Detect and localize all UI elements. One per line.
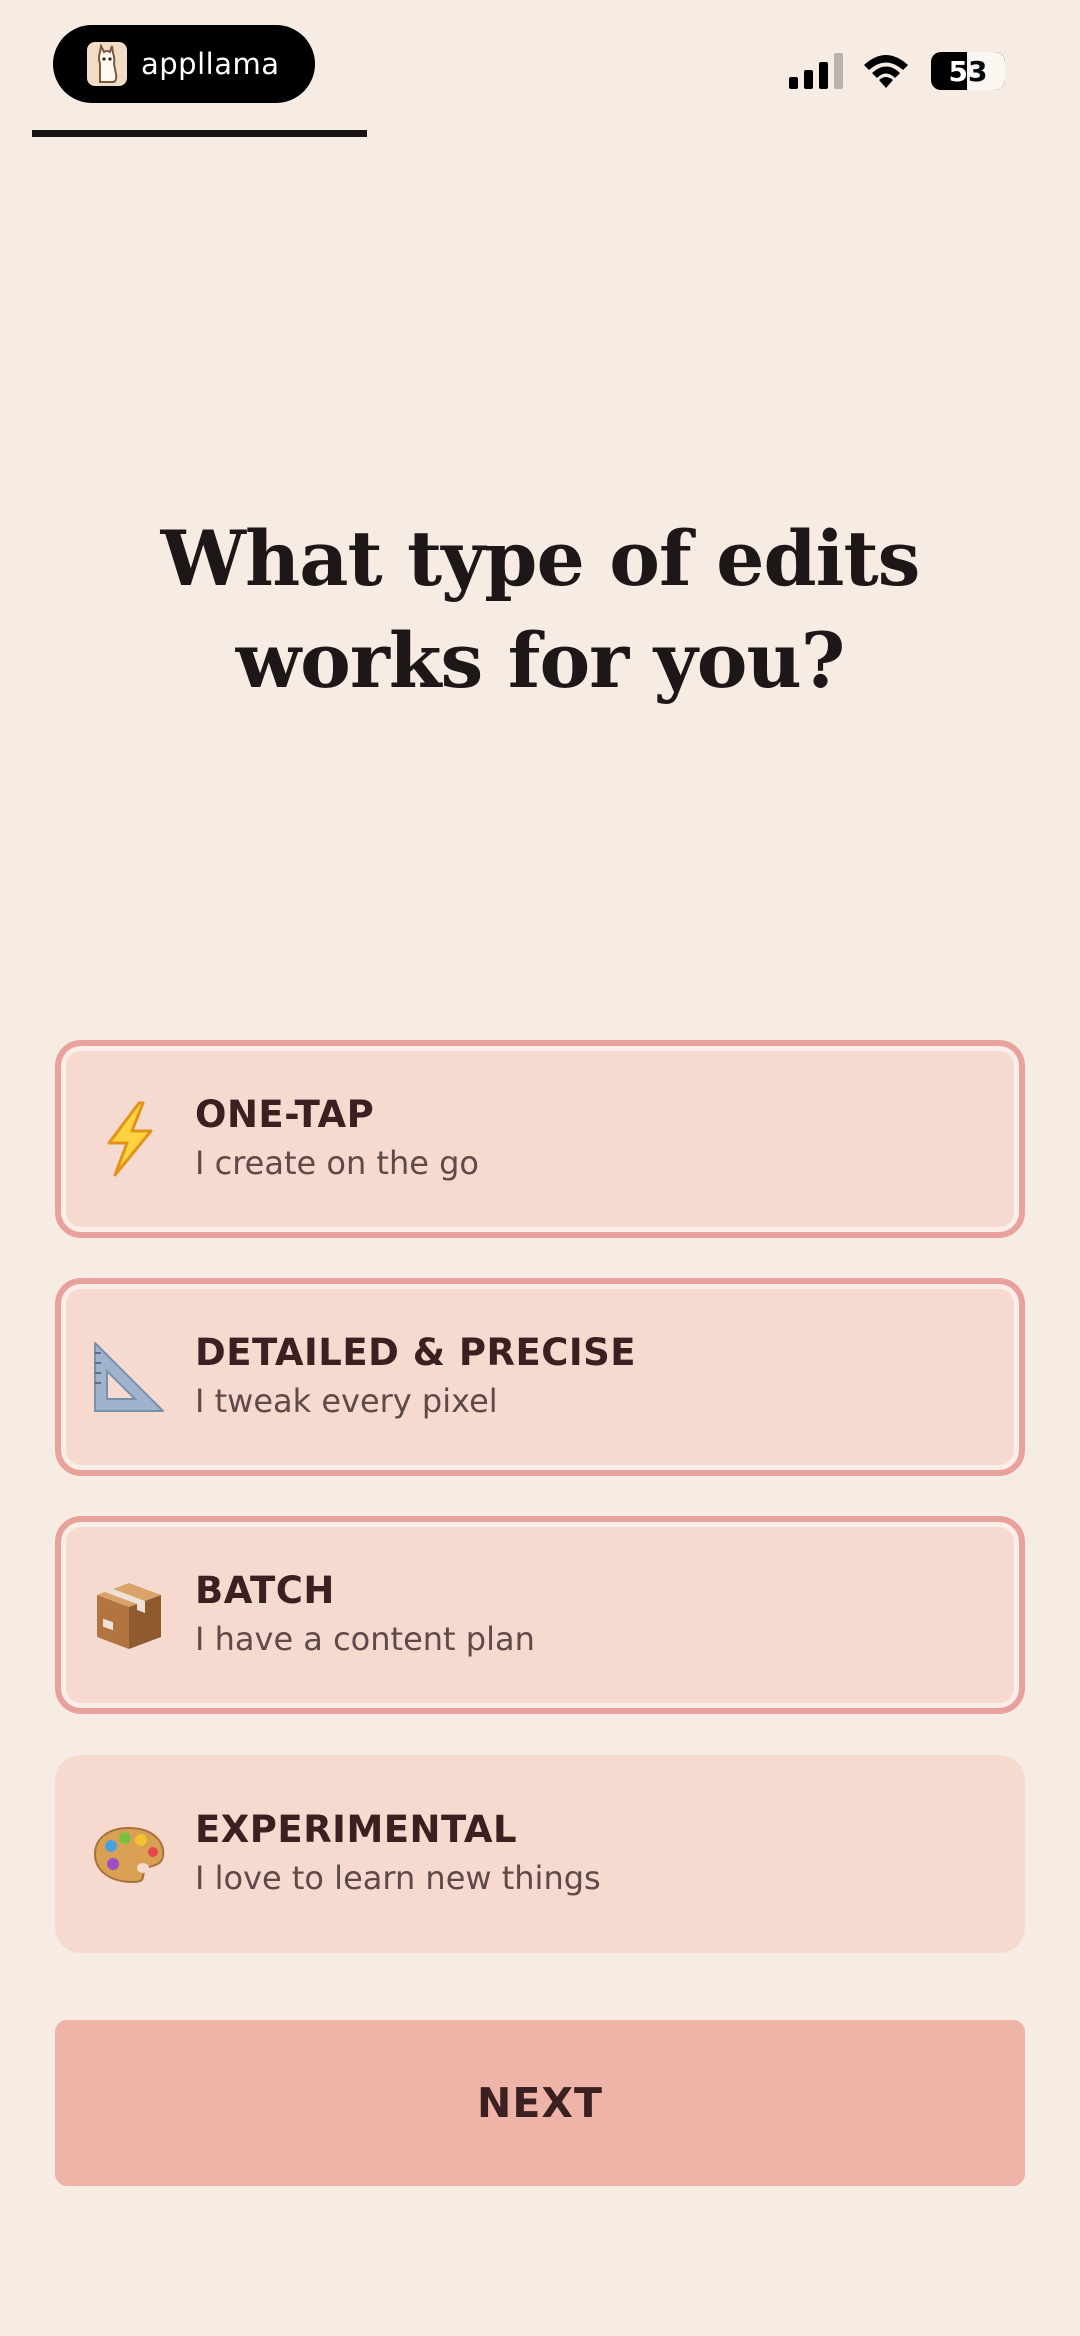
option-title: BATCH bbox=[195, 1569, 335, 1612]
option-subtitle: I create on the go bbox=[195, 1144, 479, 1182]
app-indicator-pill[interactable]: appllama bbox=[53, 25, 315, 103]
lightning-icon bbox=[93, 1101, 165, 1177]
onboarding-progress-bar bbox=[32, 130, 1048, 137]
option-subtitle: I have a content plan bbox=[195, 1620, 535, 1658]
wifi-icon bbox=[864, 55, 908, 88]
app-name: appllama bbox=[141, 47, 280, 81]
option-subtitle: I tweak every pixel bbox=[195, 1382, 498, 1420]
option-detailed-precise[interactable]: DETAILED & PRECISE I tweak every pixel bbox=[55, 1278, 1025, 1476]
option-title: EXPERIMENTAL bbox=[195, 1808, 518, 1851]
option-experimental[interactable]: EXPERIMENTAL I love to learn new things bbox=[55, 1755, 1025, 1953]
palette-icon bbox=[93, 1818, 165, 1890]
battery-indicator: 53 bbox=[931, 52, 1005, 90]
package-icon bbox=[93, 1579, 165, 1651]
option-title: DETAILED & PRECISE bbox=[195, 1331, 637, 1374]
battery-level: 53 bbox=[948, 54, 988, 88]
next-button[interactable]: NEXT bbox=[55, 2020, 1025, 2186]
llama-logo-icon bbox=[87, 42, 127, 86]
option-one-tap[interactable]: ONE-TAP I create on the go bbox=[55, 1040, 1025, 1238]
option-title: ONE-TAP bbox=[195, 1093, 375, 1136]
option-subtitle: I love to learn new things bbox=[195, 1859, 601, 1897]
question-title: What type of edits works for you? bbox=[160, 514, 921, 705]
set-square-icon bbox=[93, 1341, 165, 1413]
option-batch[interactable]: BATCH I have a content plan bbox=[55, 1516, 1025, 1714]
progress-fill bbox=[32, 130, 368, 137]
cellular-signal-icon bbox=[789, 53, 843, 89]
